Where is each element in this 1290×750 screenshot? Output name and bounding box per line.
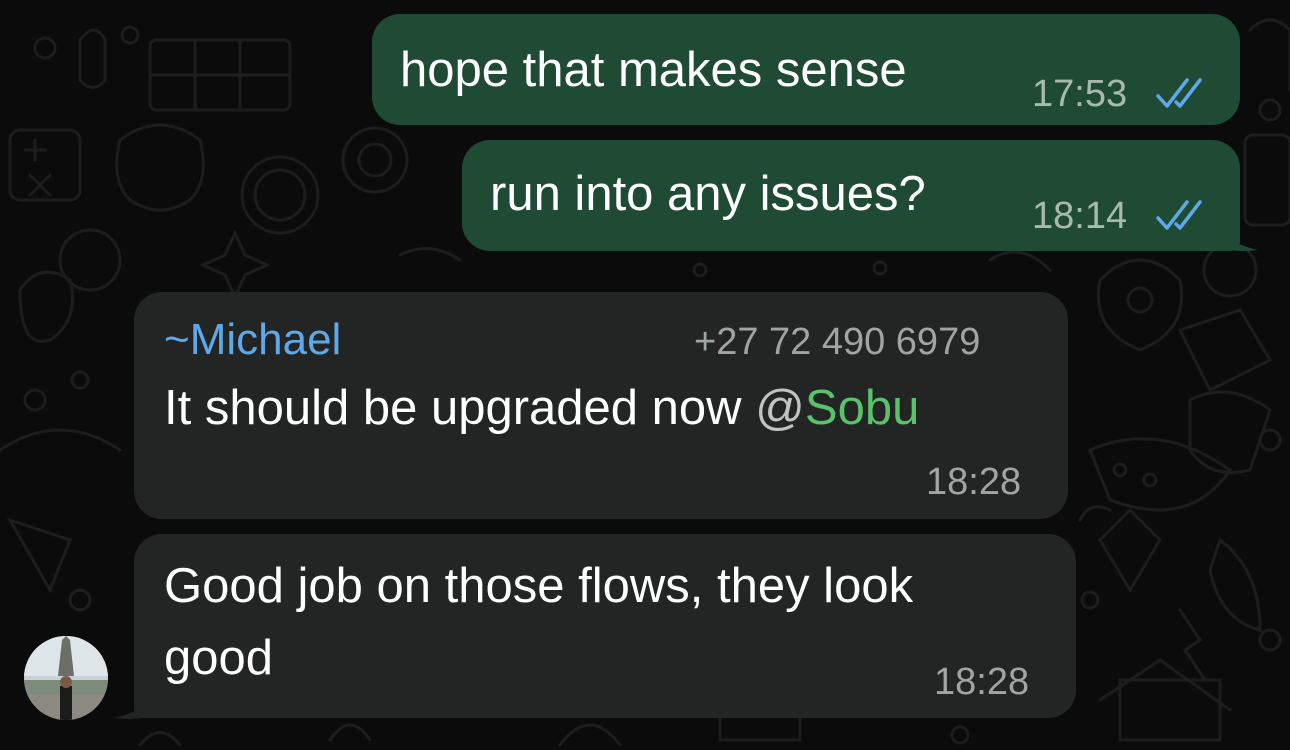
double-check-read-icon [1156,200,1202,230]
contact-avatar[interactable] [24,636,108,720]
message-text: hope that makes sense [400,43,907,97]
sender-name[interactable]: ~Michael [164,314,341,366]
message-text-line-1: Good job on those flows, they look [164,559,914,613]
message-text: run into any issues? [490,167,926,221]
message-text-line-2: good [164,631,274,685]
sender-prefix: ~ [164,315,190,364]
message-time: 18:14 [1032,195,1128,237]
message-time: 17:53 [1032,73,1128,115]
message-bubble-incoming[interactable]: ~Michael +27 72 490 6979 It should be up… [134,292,1068,519]
message-time: 18:28 [926,461,1022,503]
sender-name-text: Michael [189,315,342,364]
message-text: It should be upgraded now @Sobu [164,372,919,444]
mention-at: @ [755,381,805,435]
message-bubble-incoming[interactable]: Good job on those flows, they look good … [134,534,1076,718]
message-bubble-outgoing[interactable]: hope that makes sense 17:53 [372,14,1240,125]
chat-view: hope that makes sense 17:53 run into any… [0,0,1290,750]
message-time: 18:28 [934,661,1030,703]
double-check-read-icon [1156,78,1202,108]
mention-link[interactable]: Sobu [805,381,919,435]
message-bubble-outgoing[interactable]: run into any issues? 18:14 [462,140,1240,251]
avatar-photo [24,636,108,720]
message-body: It should be upgraded now [164,381,756,435]
sender-phone: +27 72 490 6979 [694,321,981,363]
